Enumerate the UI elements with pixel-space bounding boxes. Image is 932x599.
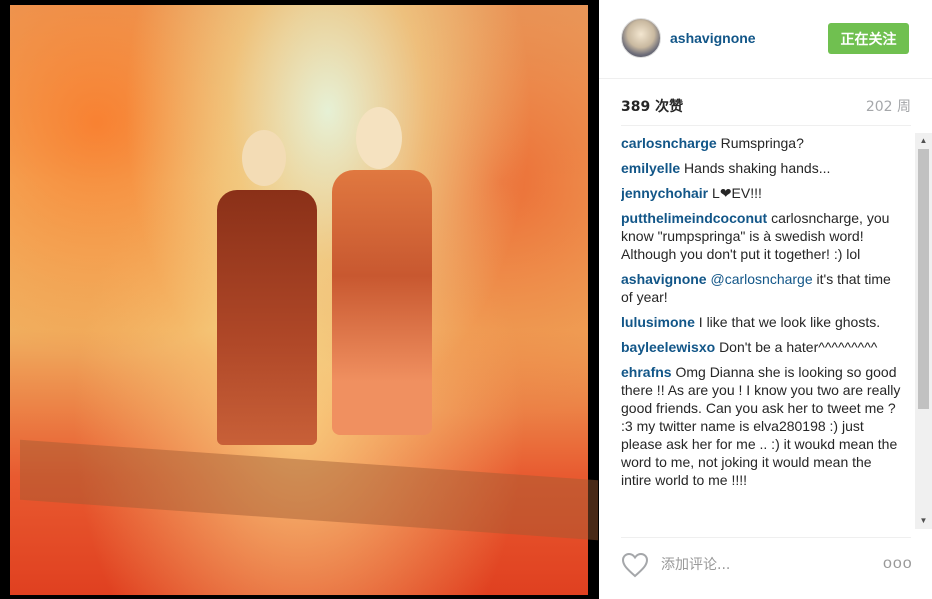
username-link[interactable]: ashavignone	[670, 30, 756, 46]
likes-count[interactable]: 389 次赞	[621, 96, 683, 116]
comment-text: I like that we look like ghosts.	[698, 314, 881, 330]
comments-list: carlosncharge Rumspringa? emilyelle Hand…	[621, 134, 901, 528]
comment-username[interactable]: putthelimeindcoconut	[621, 210, 767, 226]
comment-username[interactable]: ashavignone	[621, 271, 707, 287]
post-age[interactable]: 202 周	[866, 96, 911, 116]
avatar[interactable]	[621, 18, 661, 58]
comment-text: Don't be a hater^^^^^^^^^	[719, 339, 878, 355]
comment-text: L❤EV!!!	[712, 185, 762, 201]
comment-username[interactable]: carlosncharge	[621, 135, 717, 151]
comment-username[interactable]: jennychohair	[621, 185, 708, 201]
comment-username[interactable]: ehrafns	[621, 364, 672, 380]
scrollbar-thumb[interactable]	[918, 149, 929, 409]
comment-text: Hands shaking hands...	[684, 160, 831, 176]
comment-item: putthelimeindcoconut carlosncharge, you …	[621, 209, 901, 263]
more-options-button[interactable]: ooo	[883, 556, 913, 572]
scroll-up-arrow-icon[interactable]: ▲	[915, 133, 932, 149]
photo-figure-left	[217, 190, 317, 445]
scroll-down-arrow-icon[interactable]: ▼	[915, 513, 932, 529]
comment-item: lulusimone I like that we look like ghos…	[621, 313, 901, 331]
post-side-panel: ashavignone 正在关注 389 次赞 202 周 carlosncha…	[599, 0, 932, 599]
post-stats: 389 次赞 202 周	[621, 96, 911, 116]
add-comment-input[interactable]	[659, 553, 863, 577]
comment-mention[interactable]: @carlosncharge	[710, 271, 812, 287]
divider	[621, 125, 911, 126]
photo-figure-left-head	[242, 130, 286, 186]
post-header: ashavignone 正在关注	[599, 0, 932, 79]
comment-item: bayleelewisxo Don't be a hater^^^^^^^^^	[621, 338, 901, 356]
photo-log	[20, 439, 598, 541]
comment-username[interactable]: bayleelewisxo	[621, 339, 715, 355]
following-button[interactable]: 正在关注	[828, 23, 909, 54]
comment-text: Rumspringa?	[720, 135, 804, 151]
photo-image	[10, 5, 598, 595]
comment-text: Omg Dianna she is looking so good there …	[621, 364, 901, 488]
post-photo[interactable]	[0, 0, 599, 599]
comment-username[interactable]: emilyelle	[621, 160, 680, 176]
divider	[621, 537, 911, 538]
heart-icon[interactable]	[621, 552, 649, 578]
comment-item: ashavignone @carlosncharge it's that tim…	[621, 270, 901, 306]
comment-item: ehrafns Omg Dianna she is looking so goo…	[621, 363, 901, 489]
comment-username[interactable]: lulusimone	[621, 314, 695, 330]
photo-figure-right-head	[356, 107, 402, 169]
photo-figure-right	[332, 170, 432, 435]
comment-item: carlosncharge Rumspringa?	[621, 134, 901, 152]
comment-item: jennychohair L❤EV!!!	[621, 184, 901, 202]
comment-item: emilyelle Hands shaking hands...	[621, 159, 901, 177]
comments-scrollbar[interactable]: ▲ ▼	[915, 133, 932, 529]
